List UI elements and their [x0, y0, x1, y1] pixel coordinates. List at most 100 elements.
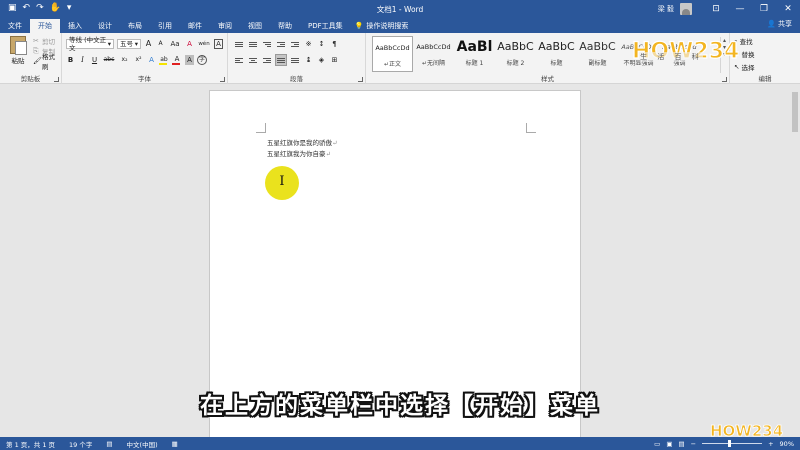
- watermark-logo-bottom-text: HOW234: [710, 422, 783, 440]
- zoom-out-icon[interactable]: −: [691, 440, 696, 448]
- align-right-icon[interactable]: [262, 55, 272, 65]
- page-count[interactable]: 第 1 页，共 1 页: [6, 439, 55, 449]
- format-painter-button[interactable]: 🖌 格式刷: [33, 53, 61, 71]
- grow-font-button[interactable]: A: [144, 39, 153, 49]
- close-icon[interactable]: ✕: [776, 4, 800, 14]
- tab-pdf-tools[interactable]: PDF工具集: [300, 19, 351, 33]
- strikethrough-button[interactable]: abc: [102, 55, 116, 65]
- user-name[interactable]: 梁 毅: [658, 4, 674, 14]
- enclose-characters-button[interactable]: 字: [197, 55, 207, 65]
- distributed-icon[interactable]: [290, 55, 300, 65]
- clear-formatting-button[interactable]: A: [185, 39, 194, 49]
- tab-file[interactable]: 文件: [0, 19, 30, 33]
- decrease-indent-icon[interactable]: [276, 39, 286, 49]
- numbering-icon[interactable]: [248, 39, 258, 49]
- save-icon[interactable]: ▣: [8, 4, 17, 13]
- text-effects-button[interactable]: A: [147, 55, 156, 65]
- group-clipboard: 粘贴 ✂ 剪切 ⎘ 复制 🖌 格式刷 剪贴板: [0, 33, 62, 84]
- align-center-icon[interactable]: [248, 55, 258, 65]
- styles-launcher-icon[interactable]: [722, 77, 727, 82]
- style-item[interactable]: AaBbC 标题: [536, 36, 577, 72]
- style-sample: AaBbCcDd: [375, 44, 410, 52]
- increase-indent-icon[interactable]: [290, 39, 300, 49]
- highlight-button[interactable]: ab: [159, 55, 169, 65]
- paragraph-mark: ↵: [332, 139, 338, 147]
- style-sample: AaBbCcDd: [416, 43, 451, 51]
- character-border-button[interactable]: A: [214, 39, 223, 49]
- web-layout-icon[interactable]: ▤: [678, 440, 684, 448]
- style-item[interactable]: AaBbC 标题 2: [495, 36, 536, 72]
- zoom-level[interactable]: 90%: [780, 440, 794, 448]
- word-count[interactable]: 19 个字: [69, 439, 92, 449]
- proofing-icon[interactable]: ▤: [106, 440, 112, 448]
- macro-record-icon[interactable]: ▦: [172, 440, 178, 448]
- style-item[interactable]: AaBl 标题 1: [454, 36, 495, 72]
- font-launcher-icon[interactable]: [220, 77, 225, 82]
- superscript-button[interactable]: x²: [133, 55, 144, 65]
- document-area[interactable]: 五星红旗你是我的骄傲↵ 五星红旗我为你自豪↵: [0, 84, 800, 450]
- share-label: 共享: [778, 20, 792, 28]
- chinese-layout-icon[interactable]: ※: [304, 39, 313, 49]
- restore-icon[interactable]: ❐: [752, 4, 776, 14]
- change-case-button[interactable]: Aa: [168, 39, 182, 49]
- document-line-1[interactable]: 五星红旗你是我的骄傲↵: [267, 137, 337, 147]
- customize-qat-icon[interactable]: ▾: [67, 4, 72, 13]
- tab-design[interactable]: 设计: [90, 19, 120, 33]
- tab-mailings[interactable]: 邮件: [180, 19, 210, 33]
- zoom-slider-knob[interactable]: [727, 440, 731, 447]
- bold-button[interactable]: B: [66, 55, 75, 65]
- avatar[interactable]: [680, 2, 692, 15]
- tell-me-search[interactable]: 💡 操作说明搜索: [355, 19, 409, 33]
- shading-icon[interactable]: ◈: [317, 55, 326, 65]
- style-item[interactable]: AaBbC 副标题: [577, 36, 618, 72]
- tab-help[interactable]: 帮助: [270, 19, 300, 33]
- read-mode-icon[interactable]: ▭: [654, 440, 660, 448]
- align-left-icon[interactable]: [234, 55, 244, 65]
- scrollbar-thumb[interactable]: [792, 92, 798, 132]
- style-item[interactable]: AaBbCcDd ↵正文: [372, 36, 413, 72]
- zoom-slider[interactable]: [702, 440, 763, 447]
- character-shading-button[interactable]: A: [185, 55, 194, 65]
- multilevel-list-icon[interactable]: [262, 39, 272, 49]
- underline-button[interactable]: U: [90, 55, 99, 65]
- borders-icon[interactable]: ⊞: [330, 55, 339, 65]
- share-button[interactable]: 👤 共享: [767, 19, 792, 29]
- clipboard-launcher-icon[interactable]: [54, 77, 59, 82]
- minimize-icon[interactable]: —: [728, 4, 752, 14]
- tab-insert[interactable]: 插入: [60, 19, 90, 33]
- style-item[interactable]: AaBbCcDd ↵无间隔: [413, 36, 454, 72]
- shrink-font-button[interactable]: A: [156, 39, 165, 49]
- font-name-value: 等线 (中文正文: [69, 36, 107, 52]
- paragraph-launcher-icon[interactable]: [358, 77, 363, 82]
- tab-view[interactable]: 视图: [240, 19, 270, 33]
- show-marks-icon[interactable]: ¶: [330, 39, 339, 49]
- cut-button[interactable]: ✂ 剪切: [33, 36, 61, 46]
- ribbon-display-icon[interactable]: ⊡: [704, 4, 728, 14]
- vertical-scrollbar[interactable]: [790, 84, 800, 437]
- line-spacing-icon[interactable]: ↨: [304, 55, 313, 65]
- video-subtitle: 在上方的菜单栏中选择【开始】菜单: [200, 393, 600, 419]
- group-font: 等线 (中文正文 ▾ 五号 ▾ A A Aa A wén A B I U abc x…: [62, 33, 228, 84]
- undo-icon[interactable]: ↶: [23, 4, 31, 13]
- italic-button[interactable]: I: [78, 55, 87, 65]
- bullets-icon[interactable]: [234, 39, 244, 49]
- font-color-button[interactable]: A: [172, 55, 182, 65]
- language-indicator[interactable]: 中文(中国): [127, 439, 158, 449]
- paste-button[interactable]: 粘贴: [6, 36, 30, 65]
- redo-icon[interactable]: ↷: [36, 4, 44, 13]
- phonetic-guide-button[interactable]: wén: [197, 39, 211, 49]
- tab-layout[interactable]: 布局: [120, 19, 150, 33]
- font-name-select[interactable]: 等线 (中文正文 ▾: [66, 36, 114, 52]
- font-size-select[interactable]: 五号 ▾: [117, 39, 141, 49]
- zoom-in-icon[interactable]: +: [768, 440, 773, 448]
- subscript-button[interactable]: x₂: [119, 55, 130, 65]
- touch-mode-icon[interactable]: ✋: [50, 4, 61, 13]
- tab-review[interactable]: 审阅: [210, 19, 240, 33]
- print-layout-icon[interactable]: ▣: [666, 440, 672, 448]
- tab-references[interactable]: 引用: [150, 19, 180, 33]
- ibeam-cursor-icon: I: [279, 174, 285, 189]
- sort-icon[interactable]: ↕: [317, 39, 326, 49]
- justify-icon[interactable]: [275, 54, 287, 66]
- document-line-2[interactable]: 五星红旗我为你自豪↵: [267, 148, 331, 158]
- tab-home[interactable]: 开始: [30, 19, 60, 33]
